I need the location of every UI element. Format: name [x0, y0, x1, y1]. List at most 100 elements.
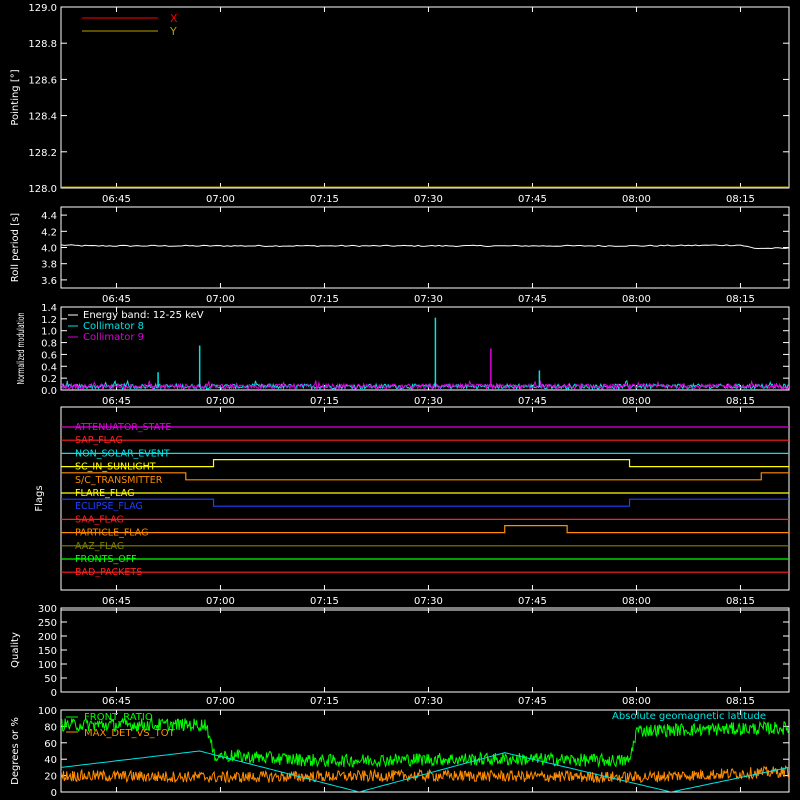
y-tick-label: 3.6: [41, 276, 57, 287]
legend-label: Y: [169, 25, 177, 38]
y-tick-label: 250: [38, 618, 57, 629]
y-tick-label: 200: [38, 632, 57, 643]
y-tick-label: 128.6: [28, 75, 57, 86]
y-tick-label: 0.8: [41, 339, 57, 350]
flag-label: ATTENUATOR_STATE: [75, 422, 171, 433]
x-tick-label: 07:45: [518, 596, 547, 607]
x-tick-label: 07:15: [310, 596, 339, 607]
x-tick-label: 08:00: [622, 294, 651, 305]
y-axis-label: Flags: [34, 485, 45, 511]
x-tick-label: 07:30: [414, 696, 443, 707]
x-tick-label: 08:00: [622, 596, 651, 607]
flag-line: [61, 498, 789, 507]
x-tick-label: 07:15: [310, 294, 339, 305]
x-tick-label: 07:30: [414, 194, 443, 205]
legend-label: FRONT_RATIO: [84, 712, 153, 723]
y-tick-label: 80: [44, 722, 57, 733]
x-tick-label: 07:30: [414, 396, 443, 407]
x-tick-label: 08:15: [726, 596, 755, 607]
y-axis-label: Roll period [s]: [10, 213, 21, 282]
flag-label: S/C_TRANSMITTER: [75, 475, 163, 486]
y-tick-label: 4.0: [41, 244, 57, 255]
panel-frame-flags: [60, 406, 790, 591]
legend-label: X: [170, 12, 178, 25]
x-tick-label: 07:45: [518, 194, 547, 205]
roll-period-line: [60, 244, 790, 250]
x-tick-label: 07:00: [206, 194, 235, 205]
instrument-summary-plot: 06:45 07:00 07:15 07:30 07:45 08:00 08:15 06:45…: [10, 3, 790, 799]
y-tick-label: 0.2: [41, 374, 57, 385]
legend-label: Energy band: 12-25 keV: [83, 310, 204, 321]
x-tick-label: 08:15: [726, 396, 755, 407]
y-tick-label: 129.0: [28, 3, 57, 14]
x-tick-label: 07:15: [310, 396, 339, 407]
x-tick-label: 06:45: [102, 596, 131, 607]
y-tick-label: 0: [51, 788, 57, 799]
y-tick-label: 4.4: [41, 211, 57, 222]
flag-line: [61, 472, 789, 481]
y-tick-label: 1.0: [41, 327, 57, 338]
flag-label: FRONTS_OFF: [75, 554, 137, 565]
y-tick-label: 0.4: [41, 362, 57, 373]
y-tick-label: 1.2: [41, 315, 57, 326]
flag-label: ECLIPSE_FLAG: [75, 501, 143, 512]
x-tick-label: 06:45: [102, 396, 131, 407]
x-tick-label: 07:30: [414, 294, 443, 305]
x-tick-label: 07:00: [206, 294, 235, 305]
flag-label: AAZ_FLAG: [75, 541, 124, 552]
y-tick-label: 20: [44, 772, 57, 783]
y-tick-label: 1.4: [41, 303, 57, 314]
y-tick-label: 3.8: [41, 260, 57, 271]
x-tick-label: 07:00: [206, 696, 235, 707]
y-tick-label: 100: [38, 706, 57, 717]
x-tick-label: 06:45: [102, 696, 131, 707]
y-tick-label: 50: [44, 674, 57, 685]
x-tick-label: 07:00: [206, 396, 235, 407]
x-tick-label: 07:45: [518, 696, 547, 707]
flag-line: [61, 459, 789, 468]
x-tick-label: 07:30: [414, 596, 443, 607]
legend-label: Collimator 8: [83, 321, 144, 332]
x-tick-label: 08:15: [726, 194, 755, 205]
y-tick-label: 0.0: [41, 386, 57, 397]
legend-label: Collimator 9: [83, 332, 144, 343]
legend-label: MAX_DET_VS_TOT: [84, 728, 176, 739]
y-tick-label: 4.2: [41, 227, 57, 238]
flag-line: [61, 525, 789, 534]
x-tick-label: 08:00: [622, 194, 651, 205]
x-tick-label: 08:15: [726, 294, 755, 305]
y-tick-label: 0.6: [41, 350, 57, 361]
y-tick-label: 100: [38, 660, 57, 671]
flag-label: FLARE_FLAG: [75, 488, 135, 499]
x-tick-label: 07:15: [310, 194, 339, 205]
panel-frame-roll_period: [60, 206, 790, 289]
y-tick-label: 150: [38, 646, 57, 657]
flag-label: BAD_PACKETS: [75, 567, 142, 578]
legend-label: Absolute geomagnetic latitude: [612, 711, 766, 722]
y-tick-label: 128.0: [28, 184, 57, 195]
y-tick-label: 300: [38, 604, 57, 615]
x-tick-label: 08:00: [622, 696, 651, 707]
x-tick-label: 06:45: [102, 194, 131, 205]
y-axis-label: Quality: [10, 632, 21, 668]
flag-label: SC_IN_SUNLIGHT: [75, 462, 156, 473]
panel-frame-quality: [60, 607, 790, 693]
y-axis-label: Degrees or %: [10, 717, 21, 785]
x-tick-label: 07:45: [518, 396, 547, 407]
series-line-front_ratio: [61, 716, 789, 769]
x-tick-label: 07:45: [518, 294, 547, 305]
x-tick-label: 08:15: [726, 696, 755, 707]
y-tick-label: 0: [51, 688, 57, 699]
y-tick-label: 60: [44, 739, 57, 750]
x-tick-label: 06:45: [102, 294, 131, 305]
y-axis-label: Pointing [°]: [10, 69, 21, 125]
x-tick-label: 07:00: [206, 596, 235, 607]
flag-label: SAA_FLAG: [75, 514, 124, 525]
y-tick-label: 128.8: [28, 39, 57, 50]
y-tick-label: 40: [44, 755, 57, 766]
y-tick-label: 128.4: [28, 112, 57, 123]
y-axis-label: Normalized modulation: [16, 313, 27, 385]
flag-label: NON_SOLAR_EVENT: [75, 448, 170, 459]
y-tick-label: 128.2: [28, 148, 57, 159]
flag-label: PARTICLE_FLAG: [75, 528, 148, 539]
